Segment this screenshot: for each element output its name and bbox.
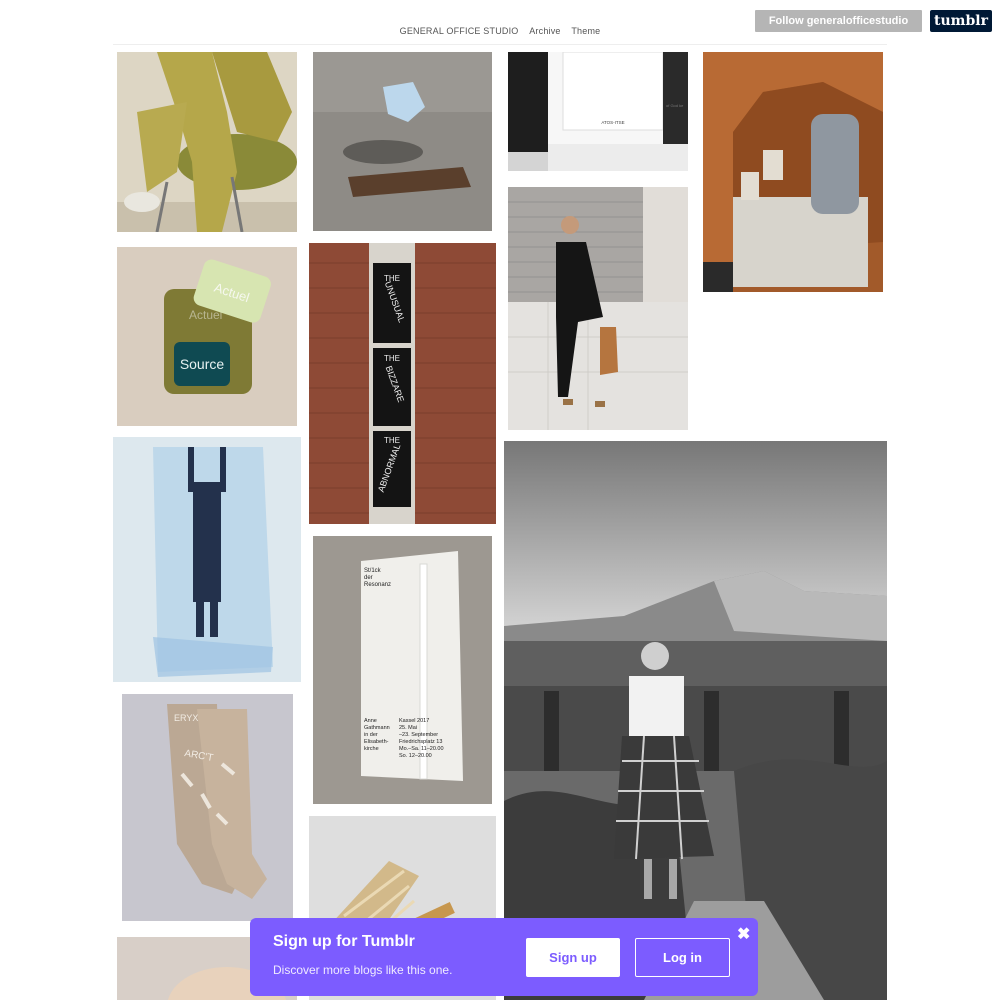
svg-text:Mo.–Sa. 11–20.00: Mo.–Sa. 11–20.00 [399, 746, 444, 752]
poster-title-2: der [364, 575, 373, 581]
post-photo-poster[interactable]: St/1ck der Resonanz Anne Gathmann in der E… [313, 536, 492, 804]
svg-text:Friedrichsplatz 13: Friedrichsplatz 13 [399, 739, 442, 745]
post-photo-mustard-suit[interactable] [117, 52, 297, 232]
signup-button[interactable]: Sign up [526, 938, 620, 977]
book-page-text: of God ke [666, 103, 684, 108]
interior-image [703, 52, 883, 292]
woman-landscape-image [504, 441, 887, 1000]
post-photo-socks[interactable]: ERYX ARC'T [122, 694, 293, 921]
signup-title: Sign up for Tumblr [273, 933, 415, 950]
login-button[interactable]: Log in [635, 938, 730, 977]
svg-text:in der: in der [364, 732, 378, 738]
svg-text:Anne: Anne [364, 718, 377, 724]
theme-link[interactable]: Theme [571, 26, 600, 36]
poster-title-3: Resonanz [364, 582, 391, 588]
svg-text:Elisabeth-: Elisabeth- [364, 739, 389, 745]
tray-source-text: Source [180, 356, 225, 372]
plastic-figure-image [113, 437, 301, 682]
post-photo-trays[interactable]: Source Actuel Actuel [117, 247, 297, 426]
blog-title-link[interactable]: GENERAL OFFICE STUDIO [400, 26, 519, 36]
svg-text:kirche: kirche [364, 746, 379, 752]
svg-text:Kassel 2017: Kassel 2017 [399, 718, 429, 724]
poster-title-1: St/1ck [364, 568, 382, 574]
svg-text:25. Mai: 25. Mai [399, 725, 417, 731]
post-photo-woman-landscape[interactable] [504, 441, 887, 1000]
book-image: ATOS-ITSE of God ke [508, 52, 688, 171]
brick-window-image: THE UNUSUAL THE BIZZARE THE ABNORMAL [309, 243, 496, 524]
poster-image: St/1ck der Resonanz AnneGathmann in derE… [313, 536, 492, 804]
signup-subtitle: Discover more blogs like this one. [273, 963, 453, 977]
post-photo-book[interactable]: ATOS-ITSE of God ke [508, 52, 688, 171]
header-divider [113, 44, 887, 45]
window-word-3: THE [384, 354, 400, 363]
post-photo-mask-drain[interactable] [313, 52, 492, 231]
post-photo-brick-window[interactable]: THE UNUSUAL THE BIZZARE THE ABNORMAL [309, 243, 496, 524]
post-photo-woman-black[interactable] [508, 187, 688, 430]
woman-black-image [508, 187, 688, 430]
book-cover-text: ATOS-ITSE [601, 120, 624, 125]
post-photo-interior[interactable] [703, 52, 883, 292]
tumblr-logo[interactable]: tumblr [930, 10, 992, 32]
sock-band-text: ERYX [174, 713, 198, 723]
trays-image: Source Actuel Actuel [117, 247, 297, 426]
close-icon[interactable]: ✖ [737, 924, 750, 944]
mask-drain-image [313, 52, 492, 231]
svg-text:So. 12–20.00: So. 12–20.00 [399, 753, 432, 759]
svg-text:Gathmann: Gathmann [364, 725, 390, 731]
socks-image: ERYX ARC'T [122, 694, 293, 921]
mustard-suit-image [117, 52, 297, 232]
archive-link[interactable]: Archive [529, 26, 560, 36]
post-photo-plastic-figure[interactable] [113, 437, 301, 682]
svg-text:–23. September: –23. September [399, 732, 438, 738]
signup-banner: Sign up for Tumblr Discover more blogs l… [250, 918, 758, 996]
follow-button[interactable]: Follow generalofficestudio [755, 10, 922, 32]
